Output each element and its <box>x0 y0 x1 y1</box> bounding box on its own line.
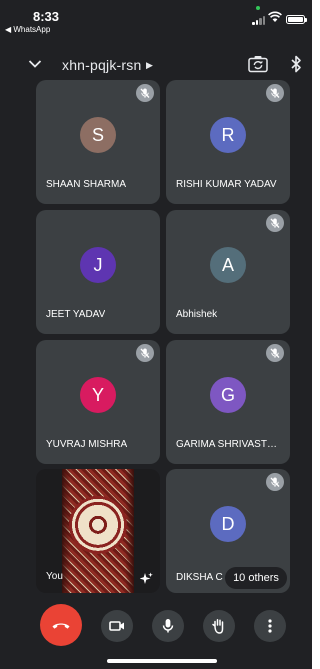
raise-hand-button[interactable] <box>203 610 235 642</box>
more-options-button[interactable] <box>254 610 286 642</box>
avatar: G <box>210 377 246 413</box>
chevron-down-icon[interactable] <box>28 59 42 69</box>
avatar: S <box>80 117 116 153</box>
signal-icon <box>252 15 266 25</box>
wifi-icon <box>268 11 282 22</box>
more-options-icon <box>268 619 272 633</box>
avatar: Y <box>80 377 116 413</box>
self-view-tile[interactable]: You <box>36 469 160 593</box>
bluetooth-icon[interactable] <box>290 55 302 73</box>
self-label: You <box>46 571 63 582</box>
participant-name: JEET YADAV <box>46 309 106 320</box>
participant-name: RISHI KUMAR YADAV <box>176 179 277 190</box>
avatar: D <box>210 506 246 542</box>
visual-effects-sparkle-icon[interactable] <box>140 572 153 585</box>
avatar: J <box>80 247 116 283</box>
camera-toggle-button[interactable] <box>101 610 133 642</box>
others-badge[interactable]: 10 others <box>225 567 287 589</box>
participant-name: GARIMA SHRIVAST… <box>176 439 277 450</box>
flip-camera-icon[interactable] <box>248 55 268 73</box>
mic-off-icon <box>136 344 154 362</box>
home-indicator[interactable] <box>107 659 217 663</box>
raise-hand-icon <box>212 619 224 634</box>
avatar: A <box>210 247 246 283</box>
participant-tile[interactable]: G GARIMA SHRIVAST… <box>166 340 290 464</box>
participant-tile[interactable]: R RISHI KUMAR YADAV <box>166 80 290 204</box>
meet-call-screen: 8:33 ◀ WhatsApp xhn-pqjk-rsn ▶ S SHAAN S… <box>0 0 312 669</box>
participant-name: SHAAN SHARMA <box>46 179 127 190</box>
mic-off-icon <box>266 84 284 102</box>
mic-off-icon <box>136 84 154 102</box>
participant-name: Abhishek <box>176 309 218 320</box>
participant-tile[interactable]: Y YUVRAJ MISHRA <box>36 340 160 464</box>
camera-in-use-dot <box>256 6 260 10</box>
camera-icon <box>109 621 124 631</box>
mic-off-icon <box>266 473 284 491</box>
end-call-icon <box>52 623 70 629</box>
participant-name: YUVRAJ MISHRA <box>46 439 128 450</box>
avatar: R <box>210 117 246 153</box>
meeting-code[interactable]: xhn-pqjk-rsn <box>62 57 141 73</box>
status-time: 8:33 <box>33 9 60 24</box>
end-call-button[interactable] <box>40 604 82 646</box>
meeting-info-caret-icon[interactable]: ▶ <box>146 60 153 71</box>
microphone-icon <box>162 619 174 633</box>
participant-tile[interactable]: A Abhishek <box>166 210 290 334</box>
participant-tile[interactable]: S SHAAN SHARMA <box>36 80 160 204</box>
participant-name: DIKSHA C <box>176 572 223 583</box>
battery-icon <box>286 15 307 24</box>
back-to-whatsapp-link[interactable]: ◀ WhatsApp <box>5 25 50 34</box>
microphone-toggle-button[interactable] <box>152 610 184 642</box>
mic-off-icon <box>266 344 284 362</box>
mic-off-icon <box>266 214 284 232</box>
participant-tile[interactable]: J JEET YADAV <box>36 210 160 334</box>
